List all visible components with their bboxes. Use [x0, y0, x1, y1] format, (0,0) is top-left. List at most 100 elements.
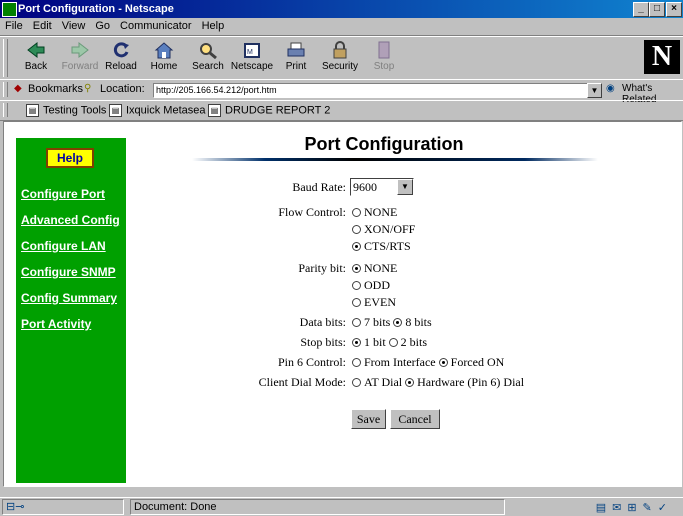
location-toolbar: ◆ Bookmarks ⚲ Location: http://205.166.5… — [0, 79, 683, 105]
toolbar-grip[interactable] — [3, 39, 8, 77]
radio-1-bit[interactable] — [352, 337, 361, 347]
forward-arrow-icon — [71, 41, 89, 59]
radio-flow-xon[interactable] — [352, 224, 361, 234]
radio-8-bits[interactable] — [393, 317, 403, 327]
nav-advanced-config[interactable]: Advanced Config — [21, 213, 120, 227]
stop-label: Stop — [373, 61, 395, 72]
connection-icon[interactable]: ⊟⊸ — [6, 500, 24, 513]
page-content: Help Configure Port Advanced Config Conf… — [3, 121, 682, 487]
page-proxy-icon[interactable]: ⚲ — [84, 83, 91, 94]
bookmark-testing-tools[interactable]: ▤ Testing Tools - — [26, 104, 113, 117]
netscape-label: Netscape — [230, 61, 274, 72]
url-input[interactable]: http://205.166.54.212/port.htm — [153, 83, 589, 98]
security-label: Security — [321, 61, 359, 72]
parity-odd-label: ODD — [364, 278, 390, 292]
nav-config-summary[interactable]: Config Summary — [21, 291, 117, 305]
stop-button[interactable]: Stop — [362, 39, 406, 72]
flow-none-option[interactable]: NONE — [352, 205, 397, 220]
back-button[interactable]: Back — [14, 39, 58, 72]
baud-rate-value: 9600 — [353, 180, 377, 194]
location-grip[interactable] — [3, 82, 8, 97]
flow-none-label: NONE — [364, 205, 398, 219]
stop-1-bit-label: 1 bit — [364, 335, 386, 349]
location-label: Location: — [100, 83, 145, 95]
bookmark-drudge-report[interactable]: ▤ DRUDGE REPORT 2 — [208, 104, 330, 117]
flow-cts-option[interactable]: CTS/RTS — [352, 239, 411, 254]
close-button[interactable]: × — [666, 2, 682, 17]
radio-flow-cts[interactable] — [352, 241, 361, 251]
search-button[interactable]: Search — [186, 39, 230, 72]
netscape-button[interactable]: M Netscape — [230, 39, 274, 72]
netscape-logo[interactable]: N — [644, 40, 680, 74]
menu-bar: File Edit View Go Communicator Help — [0, 18, 683, 36]
bookmark-label: Ixquick Metasea — [126, 104, 206, 117]
component-bar-icons[interactable]: ▤✉⊞✎✓ — [596, 501, 673, 514]
radio-7-bits[interactable] — [352, 317, 361, 327]
netscape-app-icon[interactable] — [2, 2, 17, 17]
menu-edit[interactable]: Edit — [28, 18, 57, 32]
print-icon — [287, 42, 305, 57]
menu-view[interactable]: View — [57, 18, 91, 32]
personal-grip[interactable] — [3, 103, 8, 117]
baud-rate-label: Baud Rate: — [292, 180, 346, 194]
security-button[interactable]: Security — [318, 39, 362, 72]
pin6-from-interface-label: From Interface — [364, 355, 436, 369]
radio-2-bits[interactable] — [388, 337, 398, 347]
stop-2-bits-label: 2 bits — [400, 335, 428, 349]
chevron-down-icon[interactable]: ▼ — [397, 179, 413, 195]
reload-button[interactable]: Reload — [99, 39, 143, 72]
menu-file[interactable]: File — [0, 18, 28, 32]
parity-odd-option[interactable]: ODD — [352, 278, 390, 293]
radio-parity-odd[interactable] — [352, 280, 361, 290]
radio-flow-none[interactable] — [352, 207, 361, 217]
bookmark-ixquick[interactable]: ▤ Ixquick Metasea — [109, 104, 205, 117]
menu-go[interactable]: Go — [90, 18, 115, 32]
radio-hardware-dial[interactable] — [405, 377, 415, 387]
radio-at-dial[interactable] — [352, 377, 361, 387]
menu-help[interactable]: Help — [197, 18, 230, 32]
radio-forced-on[interactable] — [438, 357, 448, 367]
radio-parity-even[interactable] — [352, 297, 361, 307]
dial-mode-options: AT Dial Hardware (Pin 6) Dial — [352, 375, 524, 390]
window-title: Port Configuration - Netscape — [18, 3, 174, 15]
menu-communicator[interactable]: Communicator — [115, 18, 197, 32]
nav-configure-lan[interactable]: Configure LAN — [21, 239, 106, 253]
bookmarks-button[interactable]: Bookmarks — [28, 83, 83, 95]
cancel-button[interactable]: Cancel — [390, 409, 440, 429]
forward-button[interactable]: Forward — [58, 39, 102, 72]
stop-icon — [378, 41, 390, 59]
navigation-toolbar: Back Forward Reload Home Search M Netsca… — [0, 36, 683, 80]
radio-parity-none[interactable] — [352, 263, 361, 273]
url-dropdown-arrow[interactable]: ▼ — [587, 83, 602, 98]
maximize-button[interactable]: □ — [649, 2, 665, 17]
dial-hardware-label: Hardware (Pin 6) Dial — [417, 375, 525, 389]
nav-configure-snmp[interactable]: Configure SNMP — [21, 265, 116, 279]
help-button[interactable]: Help — [46, 148, 94, 168]
print-button[interactable]: Print — [274, 39, 318, 72]
flow-control-label: Flow Control: — [278, 205, 346, 219]
dial-at-label: AT Dial — [364, 375, 403, 389]
personal-toolbar: ▤ Testing Tools - ▤ Ixquick Metasea ▤ DRUDG… — [0, 100, 683, 121]
status-bar: ⊟⊸ Document: Done ▤✉⊞✎✓ — [0, 497, 683, 516]
parity-none-option[interactable]: NONE — [352, 261, 397, 276]
flow-xon-label: XON/OFF — [364, 222, 416, 236]
save-button[interactable]: Save — [351, 409, 386, 429]
parity-even-label: EVEN — [364, 295, 396, 309]
baud-rate-select[interactable]: 9600 ▼ — [350, 178, 414, 196]
sidebar-nav: Help Configure Port Advanced Config Conf… — [16, 138, 126, 483]
flow-xon-option[interactable]: XON/OFF — [352, 222, 415, 237]
nav-port-activity[interactable]: Port Activity — [21, 317, 91, 331]
pin6-options: From Interface Forced ON — [352, 355, 504, 370]
data-8-bits-label: 8 bits — [405, 315, 432, 329]
home-icon — [154, 42, 174, 59]
radio-from-interface[interactable] — [352, 357, 361, 367]
reload-icon — [113, 42, 129, 58]
minimize-button[interactable]: _ — [633, 2, 649, 17]
bookmarks-icon: ◆ — [14, 83, 22, 94]
parity-none-label: NONE — [364, 261, 398, 275]
home-button[interactable]: Home — [142, 39, 186, 72]
bookmark-page-icon: ▤ — [26, 104, 39, 117]
page-title: Port Configuration — [304, 134, 464, 154]
nav-configure-port[interactable]: Configure Port — [21, 187, 105, 201]
parity-even-option[interactable]: EVEN — [352, 295, 396, 310]
